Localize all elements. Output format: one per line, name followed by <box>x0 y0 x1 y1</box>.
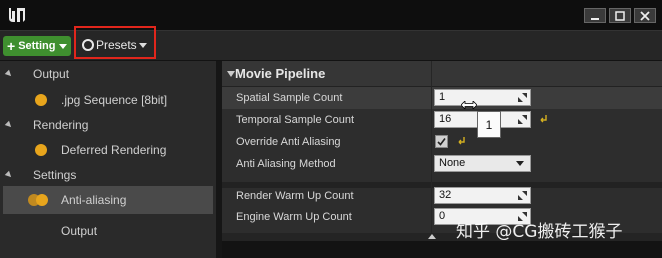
maximize-button[interactable] <box>609 8 631 23</box>
value-tooltip: 1 <box>477 111 501 138</box>
property-row-override-anti-aliasing: Override Anti Aliasing <box>222 131 662 153</box>
property-label: Anti Aliasing Method <box>236 158 336 170</box>
category-settings[interactable]: Settings <box>0 162 216 188</box>
minimize-button[interactable] <box>584 8 606 23</box>
enabled-toggle-icon[interactable] <box>35 144 47 156</box>
setting-item-jpg-sequence[interactable]: .jpg Sequence [8bit] <box>0 87 216 113</box>
property-label: Engine Warm Up Count <box>236 211 352 223</box>
property-row-anti-aliasing-method: Anti Aliasing Method None <box>222 153 662 175</box>
close-icon <box>640 10 650 21</box>
checkmark-icon <box>437 138 446 146</box>
setting-item-label: Deferred Rendering <box>61 143 167 157</box>
column-divider[interactable] <box>431 61 432 87</box>
category-label: Settings <box>33 168 77 182</box>
reset-to-default-icon[interactable] <box>456 136 466 146</box>
spin-drag-icon[interactable] <box>518 93 527 102</box>
reset-to-default-icon[interactable] <box>538 114 548 124</box>
presets-button[interactable]: Presets <box>82 35 147 55</box>
chevron-down-icon <box>138 42 147 48</box>
field-value: 1 <box>439 91 446 103</box>
presets-label: Presets <box>96 38 137 52</box>
setting-item-label: Output <box>61 224 98 238</box>
resize-cursor-icon <box>461 101 477 109</box>
collapse-arrow-icon[interactable] <box>4 120 14 130</box>
section-title: Movie Pipeline <box>235 66 326 81</box>
plus-icon: + <box>7 38 16 54</box>
close-button[interactable] <box>634 8 656 23</box>
field-value: 0 <box>439 210 446 222</box>
field-value: 16 <box>439 113 452 125</box>
maximize-icon <box>615 10 625 21</box>
category-label: Output <box>33 67 70 81</box>
spin-drag-icon[interactable] <box>518 191 527 200</box>
property-row-temporal-sample-count: Temporal Sample Count 16 <box>222 109 662 131</box>
setting-item-deferred-rendering[interactable]: Deferred Rendering <box>0 137 216 163</box>
field-value: 32 <box>439 189 452 201</box>
setting-item-output[interactable]: Output <box>0 218 216 244</box>
override-anti-aliasing-checkbox[interactable] <box>435 135 448 148</box>
details-panel: Movie Pipeline Spatial Sample Count 1 Te… <box>222 61 662 241</box>
setting-item-label: Anti-aliasing <box>61 193 127 207</box>
setting-item-anti-aliasing[interactable]: Anti-aliasing <box>3 186 213 214</box>
category-output[interactable]: Output <box>0 61 216 87</box>
property-label: Temporal Sample Count <box>236 114 355 126</box>
chevron-down-icon <box>516 161 524 166</box>
setting-label: Setting <box>18 40 56 52</box>
collapse-arrow-icon[interactable] <box>4 69 14 79</box>
minimize-icon <box>591 17 599 20</box>
chevron-up-icon[interactable] <box>428 234 436 239</box>
chevron-down-icon <box>59 43 68 49</box>
render-warm-up-count-input[interactable]: 32 <box>434 187 531 204</box>
dropdown-value: None <box>439 157 466 169</box>
enabled-toggle-icon[interactable] <box>28 194 50 206</box>
setting-item-label: .jpg Sequence [8bit] <box>61 93 168 107</box>
spin-drag-icon[interactable] <box>518 115 527 124</box>
property-label: Render Warm Up Count <box>236 190 354 202</box>
settings-list-panel: Output .jpg Sequence [8bit] Rendering De… <box>0 61 216 258</box>
enabled-toggle-icon[interactable] <box>35 94 47 106</box>
add-setting-button[interactable]: + Setting <box>3 36 71 56</box>
section-header[interactable]: Movie Pipeline <box>222 61 662 87</box>
property-row-spatial-sample-count: Spatial Sample Count 1 <box>222 87 662 109</box>
property-row-render-warm-up-count: Render Warm Up Count 32 <box>222 185 662 207</box>
unreal-engine-logo-icon <box>6 5 26 25</box>
property-label: Override Anti Aliasing <box>236 136 341 148</box>
category-label: Rendering <box>33 118 89 132</box>
presets-circle-icon <box>82 39 94 51</box>
column-divider[interactable] <box>431 87 432 233</box>
anti-aliasing-method-dropdown[interactable]: None <box>434 155 531 172</box>
watermark-text: 知乎 @CG搬砖工猴子 <box>456 222 623 242</box>
collapse-arrow-icon[interactable] <box>4 170 14 180</box>
category-rendering[interactable]: Rendering <box>0 112 216 138</box>
spatial-sample-count-input[interactable]: 1 <box>434 89 531 106</box>
collapse-arrow-icon[interactable] <box>227 71 235 77</box>
property-label: Spatial Sample Count <box>236 92 343 104</box>
